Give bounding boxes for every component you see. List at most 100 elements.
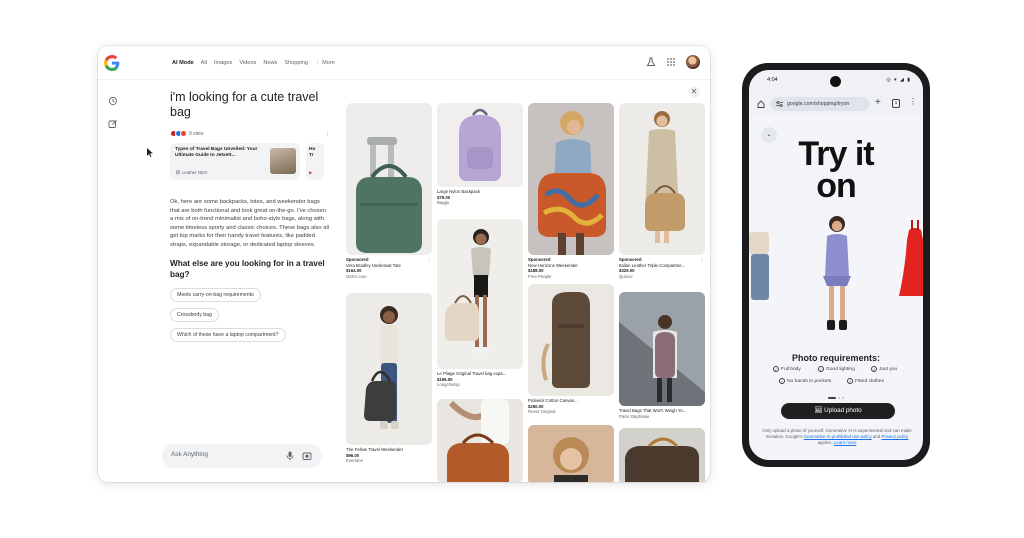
source-card-title: Types of Travel Bags Unveiled: Your Ulti… bbox=[175, 147, 258, 158]
chip-crossbody[interactable]: Crossbody bag bbox=[170, 307, 219, 322]
source-favicons bbox=[170, 130, 187, 137]
product-store: Free People bbox=[528, 273, 552, 279]
privacy-policy-link[interactable]: Privacy policy bbox=[882, 434, 909, 439]
product-more-icon[interactable]: ⋮ bbox=[700, 257, 704, 263]
photo-icon: 🖼 bbox=[814, 407, 823, 414]
front-camera bbox=[830, 76, 841, 87]
product-card[interactable]: Le Pliage Original Travel bag expa... $1… bbox=[437, 219, 523, 388]
requirement-item: ✓ Just you bbox=[871, 366, 898, 372]
learn-more-link[interactable]: Learn more bbox=[834, 440, 856, 445]
product-meta: Sponsored Italian Leather Triple Compart… bbox=[619, 257, 705, 279]
ask-input[interactable]: Ask Anything bbox=[162, 444, 322, 468]
chat-panel: i'm looking for a cute travel bag 9 site… bbox=[170, 90, 336, 342]
browser-toolbar: google.com/shopping/tryon + 1 ⋮ bbox=[749, 92, 923, 116]
upload-photo-button[interactable]: 🖼 Upload photo bbox=[781, 403, 895, 419]
source-cards: Types of Travel Bags Unveiled: Your Ulti… bbox=[170, 143, 336, 180]
product-card[interactable] bbox=[437, 399, 523, 482]
mouse-cursor-icon bbox=[147, 148, 153, 157]
tab-shopping[interactable]: Shopping bbox=[284, 60, 308, 66]
camera-lens-icon[interactable] bbox=[302, 451, 312, 461]
product-store: Rover Original bbox=[528, 409, 556, 415]
followup-question: What else are you looking for in a trave… bbox=[170, 258, 325, 279]
google-logo-icon[interactable] bbox=[104, 55, 120, 71]
product-store: Paris Stephanie bbox=[619, 413, 650, 419]
requirement-item: ✓ Full body bbox=[773, 366, 801, 372]
source-card[interactable]: Types of Travel Bags Unveiled: Your Ulti… bbox=[170, 143, 300, 180]
tryon-model-illustration bbox=[749, 216, 923, 330]
product-image-brown-handbag bbox=[437, 399, 523, 482]
ai-disclaimer: Only upload a photo of yourself. Generat… bbox=[762, 428, 912, 445]
ask-placeholder: Ask Anything bbox=[171, 451, 208, 458]
product-meta: The Fellow Travel Weekender $96.00 Everl… bbox=[346, 447, 432, 464]
phone-screen: 4:04 ◎ ▾ ◢ ▮ google.com/shopping/tryon +… bbox=[749, 70, 923, 460]
new-tab-icon[interactable]: + bbox=[875, 97, 881, 108]
source-card-thumbnail bbox=[270, 148, 296, 174]
search-window: AI Mode All Images Videos News Shopping … bbox=[98, 46, 710, 482]
product-grid: Sponsored Vera Bradley Underseat Tote $1… bbox=[346, 103, 706, 482]
photo-requirements-title: Photo requirements: bbox=[791, 353, 880, 363]
search-tabs: AI Mode All Images Videos News Shopping … bbox=[172, 60, 342, 66]
apps-grid-icon[interactable] bbox=[666, 57, 676, 67]
product-image-boho-weekender bbox=[528, 103, 614, 255]
carousel-pager bbox=[828, 397, 844, 399]
product-image-longchamp-model bbox=[437, 219, 523, 369]
tab-switcher-icon[interactable]: 1 bbox=[892, 99, 900, 108]
product-card[interactable]: Travel Bags That Won't Weigh Yo... Paris… bbox=[619, 292, 705, 419]
product-card[interactable]: Sponsored Vera Bradley Underseat Tote $1… bbox=[346, 103, 432, 279]
product-card[interactable] bbox=[528, 425, 614, 482]
tab-news[interactable]: News bbox=[263, 60, 277, 66]
left-rail bbox=[98, 80, 128, 482]
check-circle-icon: ✓ bbox=[871, 366, 877, 372]
ai-answer: Ok, here are some backpacks, totes, and … bbox=[170, 199, 330, 248]
source-card-2-title: Ho Tr bbox=[309, 147, 316, 158]
microphone-icon[interactable] bbox=[286, 451, 294, 461]
source-card-2[interactable]: Ho Tr ▶ bbox=[306, 143, 324, 180]
tab-more[interactable]: ⋮ More bbox=[315, 60, 335, 66]
home-icon[interactable] bbox=[757, 100, 765, 108]
product-card[interactable]: Sponsored Italian Leather Triple Compart… bbox=[619, 103, 705, 279]
sources-row[interactable]: 9 sites ⋮ bbox=[170, 130, 336, 137]
browser-menu-icon[interactable]: ⋮ bbox=[909, 97, 917, 106]
account-avatar[interactable] bbox=[686, 55, 700, 69]
product-meta: Sponsored New Horizons Weekender $188.00… bbox=[528, 257, 614, 279]
sources-count: 9 sites bbox=[189, 130, 204, 137]
chip-laptop-compartment[interactable]: Which of these have a laptop compartment… bbox=[170, 327, 286, 342]
product-card[interactable] bbox=[619, 428, 705, 482]
phone-device: 4:04 ◎ ▾ ◢ ▮ google.com/shopping/tryon +… bbox=[742, 63, 930, 467]
product-card[interactable]: The Fellow Travel Weekender $96.00 Everl… bbox=[346, 293, 432, 464]
product-meta: Travel Bags That Won't Weigh Yo... Paris… bbox=[619, 408, 705, 419]
product-store: Longchamp bbox=[437, 382, 460, 388]
product-card[interactable]: Sponsored New Horizons Weekender $188.00… bbox=[528, 103, 614, 279]
product-store: Everlane bbox=[346, 458, 363, 464]
prohibited-use-policy-link[interactable]: Generative AI prohibited use policy bbox=[804, 434, 872, 439]
requirement-item: ✓ No hands in pockets bbox=[779, 378, 832, 384]
labs-flask-icon[interactable] bbox=[646, 57, 656, 67]
product-image-purple-backpack bbox=[437, 103, 523, 187]
product-card[interactable]: Large Nylon Backpack $79.00 Baggu bbox=[437, 103, 523, 206]
history-icon[interactable] bbox=[108, 96, 118, 106]
tab-ai-mode[interactable]: AI Mode bbox=[172, 60, 194, 66]
close-results-icon[interactable]: ✕ bbox=[688, 86, 700, 98]
check-circle-icon: ✓ bbox=[818, 366, 824, 372]
sources-more-icon[interactable]: ⋮ bbox=[325, 131, 330, 137]
requirement-item: ✓ Fitted clothes bbox=[847, 378, 885, 384]
product-more-icon[interactable]: ⋮ bbox=[427, 257, 431, 263]
product-card[interactable]: Pickwick Cotton Canvas... $250.00 Rover … bbox=[528, 284, 614, 415]
product-image-woman-portrait bbox=[528, 425, 614, 482]
tab-all[interactable]: All bbox=[201, 60, 207, 66]
tab-videos[interactable]: Videos bbox=[239, 60, 256, 66]
url-bar[interactable]: google.com/shopping/tryon bbox=[771, 97, 869, 111]
product-image-leather-duffel bbox=[619, 428, 705, 482]
product-meta: Large Nylon Backpack $79.00 Baggu bbox=[437, 189, 523, 206]
check-circle-icon: ✓ bbox=[779, 378, 785, 384]
product-image-escalator-backpack bbox=[619, 292, 705, 406]
product-image-weekender-model bbox=[346, 293, 432, 445]
chip-carry-on[interactable]: Meets carry-on-bag requirements bbox=[170, 287, 261, 302]
top-right-icons bbox=[646, 55, 700, 69]
product-meta: Sponsored Vera Bradley Underseat Tote $1… bbox=[346, 257, 432, 279]
new-chat-edit-icon[interactable] bbox=[108, 119, 118, 129]
url-text: google.com/shopping/tryon bbox=[787, 101, 850, 107]
tab-images[interactable]: Images bbox=[214, 60, 232, 66]
site-settings-icon[interactable] bbox=[776, 101, 783, 107]
product-image-green-tote bbox=[346, 103, 432, 255]
